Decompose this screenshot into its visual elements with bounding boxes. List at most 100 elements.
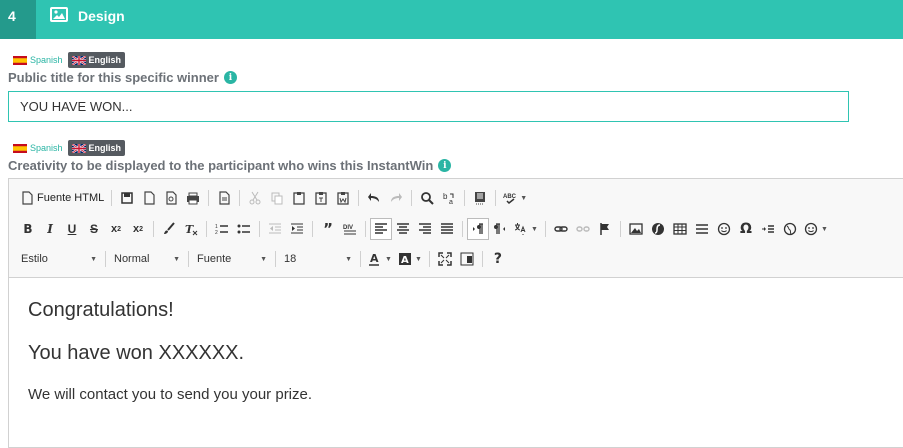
paste-word-button[interactable] bbox=[332, 187, 354, 209]
image-button[interactable] bbox=[625, 218, 647, 240]
special-char-button[interactable]: Ω bbox=[735, 218, 757, 240]
format-dropdown-value: Normal bbox=[114, 253, 150, 265]
toolbar-separator bbox=[153, 221, 154, 237]
ltr-button[interactable] bbox=[467, 218, 489, 240]
strikethrough-button[interactable]: S bbox=[83, 218, 105, 240]
public-title-label: Public title for this specific winner i bbox=[8, 70, 237, 85]
link-button[interactable] bbox=[550, 218, 572, 240]
div-container-button[interactable]: DIV bbox=[339, 218, 361, 240]
horizontal-rule-button[interactable] bbox=[691, 218, 713, 240]
outdent-button[interactable] bbox=[264, 218, 286, 240]
english-label: English bbox=[88, 143, 122, 153]
content-heading-won[interactable]: You have won XXXXXX. bbox=[28, 342, 244, 365]
cut-icon bbox=[249, 191, 261, 205]
iframe-button[interactable] bbox=[779, 218, 801, 240]
cut-button[interactable] bbox=[244, 187, 266, 209]
italic-button[interactable]: I bbox=[39, 218, 61, 240]
maximize-button[interactable] bbox=[434, 248, 456, 270]
text-color-button[interactable]: A ▼ bbox=[365, 248, 395, 270]
font-dropdown[interactable]: Fuente ▼ bbox=[193, 248, 271, 270]
creativity-label: Creativity to be displayed to the partic… bbox=[8, 158, 452, 173]
rtl-button[interactable] bbox=[489, 218, 511, 240]
underline-button[interactable]: U bbox=[61, 218, 83, 240]
redo-icon bbox=[391, 193, 403, 202]
smiley-button[interactable] bbox=[713, 218, 735, 240]
superscript-button[interactable]: x2 bbox=[127, 218, 149, 240]
language-icon bbox=[514, 223, 526, 235]
toolbar-separator bbox=[259, 221, 260, 237]
english-tab[interactable]: English bbox=[67, 140, 126, 156]
toolbar-separator bbox=[619, 221, 621, 237]
indent-button[interactable] bbox=[286, 218, 308, 240]
save-button[interactable] bbox=[116, 187, 138, 209]
link-icon bbox=[554, 226, 568, 232]
new-page-button[interactable] bbox=[138, 187, 160, 209]
toolbar-separator bbox=[111, 190, 113, 206]
redo-button[interactable] bbox=[385, 187, 407, 209]
info-icon[interactable]: i bbox=[438, 159, 452, 172]
help-button[interactable]: ? bbox=[487, 248, 509, 270]
svg-text:b: b bbox=[443, 192, 448, 201]
spanish-tab[interactable]: Spanish bbox=[13, 55, 63, 65]
align-right-button[interactable] bbox=[414, 218, 436, 240]
spanish-tab[interactable]: Spanish bbox=[13, 143, 63, 153]
bulleted-list-button[interactable] bbox=[233, 218, 255, 240]
replace-button[interactable]: ba bbox=[438, 187, 460, 209]
undo-button[interactable] bbox=[363, 187, 385, 209]
step-header[interactable]: 4 Design bbox=[0, 0, 903, 39]
emoji-button[interactable]: ▼ bbox=[801, 218, 831, 240]
font-size-dropdown[interactable]: 18 ▼ bbox=[280, 248, 356, 270]
page-break-button[interactable] bbox=[757, 218, 779, 240]
align-center-icon bbox=[397, 223, 409, 234]
toolbar-separator bbox=[462, 221, 463, 237]
toolbar-separator bbox=[206, 221, 207, 237]
numbered-list-button[interactable]: 12 bbox=[211, 218, 233, 240]
toolbar-separator bbox=[464, 190, 466, 206]
templates-button[interactable] bbox=[213, 187, 235, 209]
copy-button[interactable] bbox=[266, 187, 288, 209]
align-left-button[interactable] bbox=[370, 218, 392, 240]
find-button[interactable] bbox=[416, 187, 438, 209]
bulleted-list-icon bbox=[237, 224, 250, 234]
font-size-dropdown-value: 18 bbox=[284, 253, 297, 265]
align-center-button[interactable] bbox=[392, 218, 414, 240]
paste-text-button[interactable] bbox=[310, 187, 332, 209]
spellcheck-button[interactable]: ABC ▼ bbox=[500, 187, 530, 209]
toolbar-separator bbox=[411, 190, 413, 206]
remove-format-button[interactable]: T bbox=[180, 218, 202, 240]
info-icon[interactable]: i bbox=[223, 71, 237, 84]
public-title-input[interactable] bbox=[8, 91, 849, 122]
subscript-button[interactable]: x2 bbox=[105, 218, 127, 240]
flash-button[interactable] bbox=[647, 218, 669, 240]
content-heading-congratulations[interactable]: Congratulations! bbox=[28, 299, 174, 322]
paste-button[interactable] bbox=[288, 187, 310, 209]
english-label: English bbox=[88, 55, 122, 65]
svg-text:A: A bbox=[401, 255, 409, 266]
table-button[interactable] bbox=[669, 218, 691, 240]
english-tab[interactable]: English bbox=[67, 52, 126, 68]
copy-icon bbox=[271, 192, 283, 205]
print-button[interactable] bbox=[182, 187, 204, 209]
blockquote-button[interactable]: ” bbox=[317, 218, 339, 240]
background-color-icon: A bbox=[398, 253, 411, 266]
background-color-button[interactable]: A ▼ bbox=[395, 248, 425, 270]
search-icon bbox=[421, 192, 434, 205]
content-paragraph[interactable]: We will contact you to send you your pri… bbox=[28, 386, 312, 403]
bold-button[interactable]: B bbox=[17, 218, 39, 240]
anchor-button[interactable] bbox=[594, 218, 616, 240]
language-button[interactable]: ▼ bbox=[511, 218, 541, 240]
justify-icon bbox=[441, 223, 453, 234]
preview-button[interactable] bbox=[160, 187, 182, 209]
style-dropdown[interactable]: Estilo ▼ bbox=[17, 248, 101, 270]
show-blocks-icon bbox=[460, 252, 474, 266]
unlink-button[interactable] bbox=[572, 218, 594, 240]
copy-format-button[interactable] bbox=[158, 218, 180, 240]
text-color-icon: A bbox=[369, 252, 379, 266]
format-dropdown[interactable]: Normal ▼ bbox=[110, 248, 184, 270]
select-all-button[interactable] bbox=[469, 187, 491, 209]
source-html-button[interactable]: Fuente HTML bbox=[17, 187, 107, 209]
numbered-list-icon: 12 bbox=[215, 224, 228, 236]
show-blocks-button[interactable] bbox=[456, 248, 478, 270]
justify-button[interactable] bbox=[436, 218, 458, 240]
svg-text:A: A bbox=[370, 252, 379, 265]
